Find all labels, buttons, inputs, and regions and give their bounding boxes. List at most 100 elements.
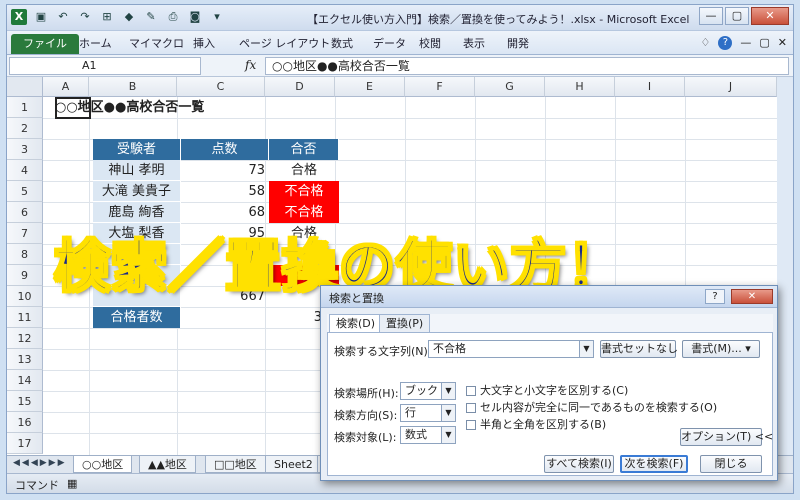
column-header-e[interactable]: E [335,77,405,97]
row-header[interactable]: 2 [7,118,43,139]
table-header-score[interactable]: 点数 [181,139,269,160]
target-select[interactable]: 数式 ▼ [400,426,456,444]
table-header-result[interactable]: 合否 [269,139,339,160]
find-input[interactable]: 不合格 ▼ [428,340,594,358]
match-case-checkbox[interactable]: 大文字と小文字を区別する(C) [466,382,628,398]
table-cell-name[interactable]: 大滝 美貴子 [93,181,181,202]
match-entire-cell-checkbox[interactable]: セル内容が完全に同一であるものを検索する(O) [466,399,717,415]
options-button[interactable]: オプション(T) << [680,428,773,446]
doc-minimize-icon[interactable]: — [740,36,751,50]
table-cell-score[interactable]: 58 [181,181,269,202]
row-header[interactable]: 3 [7,139,43,160]
tab-find[interactable]: 検索(D) [329,314,383,333]
save-icon[interactable]: ▣ [33,9,49,25]
column-header-h[interactable]: H [545,77,615,97]
tab-insert[interactable]: 挿入 [183,34,225,54]
row-header[interactable]: 12 [7,328,43,349]
dialog-title-bar[interactable]: 検索と置換 ? ✕ [321,286,777,308]
sheet-tab[interactable]: □□地区 [205,456,266,473]
doc-restore-icon[interactable]: ▢ [759,36,769,50]
column-header-a[interactable]: A [43,77,89,97]
sheet-tab[interactable]: ○○地区 [73,456,133,473]
format-reset-button[interactable]: 書式セットなし [600,340,678,358]
column-header-i[interactable]: I [615,77,685,97]
checkbox-icon[interactable] [466,403,476,413]
print-preview-icon[interactable]: ⎙ [165,9,181,25]
table-cell-result-fail[interactable]: 不合格 [269,181,339,202]
insert-function-icon[interactable]: fx [245,58,256,72]
sheet-tab[interactable]: ▲▲地区 [139,456,196,473]
redo-icon[interactable]: ↷ [77,9,93,25]
tab-home[interactable]: ホーム [69,34,122,54]
format-button[interactable]: 書式(M)... ▾ [682,340,760,358]
dialog-help-button[interactable]: ? [705,289,725,304]
tab-view[interactable]: 表示 [453,34,495,54]
column-header-d[interactable]: D [265,77,335,97]
checkbox-icon[interactable] [466,420,476,430]
row-header[interactable]: 16 [7,412,43,433]
customize-toolbar-icon[interactable]: ▾ [209,9,225,25]
row-header[interactable]: 11 [7,307,43,328]
table-cell-name[interactable]: 鹿島 絢香 [93,202,181,223]
row-header[interactable]: 14 [7,370,43,391]
chevron-down-icon[interactable]: ▼ [441,383,455,399]
direction-select[interactable]: 行 ▼ [400,404,456,422]
column-header-g[interactable]: G [475,77,545,97]
table-cell-score[interactable]: 68 [181,202,269,223]
fill-color-icon[interactable]: ◆ [121,9,137,25]
row-header[interactable]: 5 [7,181,43,202]
column-header-j[interactable]: J [685,77,777,97]
minimize-button[interactable]: — [699,7,723,25]
row-header[interactable]: 6 [7,202,43,223]
format-painter-icon[interactable]: ✎ [143,9,159,25]
formula-input[interactable]: ○○地区●●高校合否一覧 [265,57,789,75]
help-icon[interactable]: ? [718,36,733,50]
row-header[interactable]: 15 [7,391,43,412]
chevron-down-icon[interactable]: ▼ [579,341,593,357]
checkbox-icon[interactable] [466,386,476,396]
doc-close-icon[interactable]: ✕ [778,36,787,50]
table-header-examinee[interactable]: 受験者 [93,139,181,160]
dialog-close-button[interactable]: ✕ [731,289,773,304]
sheet-tab[interactable]: Sheet2 [265,456,322,473]
macro-record-icon[interactable]: ▦ [67,477,77,490]
table-cell-result[interactable]: 合格 [269,160,339,181]
row-header[interactable]: 7 [7,223,43,244]
row-header[interactable]: 4 [7,160,43,181]
chevron-down-icon[interactable]: ▼ [441,427,455,443]
ribbon-collapse-icon[interactable]: ♢ [701,36,711,50]
row-header[interactable]: 17 [7,433,43,454]
row-header[interactable]: 1 [7,97,43,118]
find-next-button[interactable]: 次を検索(F) [620,455,688,473]
column-header-b[interactable]: B [89,77,177,97]
row-header[interactable]: 10 [7,286,43,307]
tab-review[interactable]: 校閲 [409,34,451,54]
tab-formulas[interactable]: 数式 [321,34,363,54]
table-cell-score[interactable]: 73 [181,160,269,181]
camera-icon[interactable]: ◙ [187,9,203,25]
name-box[interactable]: A1 [9,57,201,75]
undo-icon[interactable]: ↶ [55,9,71,25]
column-header-f[interactable]: F [405,77,475,97]
tab-replace[interactable]: 置換(P) [379,314,431,332]
row-header[interactable]: 13 [7,349,43,370]
select-all-corner[interactable] [7,77,43,97]
excel-logo-icon[interactable]: X [11,9,27,25]
tab-developer[interactable]: 開発 [497,34,539,54]
row-header[interactable]: 8 [7,244,43,265]
sheet-nav-arrows-icon[interactable]: ◀◀◀▶▶▶ [13,458,67,468]
table-cell-result-fail[interactable]: 不合格 [269,202,339,223]
chevron-down-icon[interactable]: ▼ [441,405,455,421]
row-header[interactable]: 9 [7,265,43,286]
maximize-button[interactable]: ▢ [725,7,749,25]
close-dialog-button[interactable]: 閉じる [700,455,762,473]
passed-count-label[interactable]: 合格者数 [93,307,181,328]
match-byte-checkbox[interactable]: 半角と全角を区別する(B) [466,416,606,432]
find-all-button[interactable]: すべて検索(I) [544,455,614,473]
close-button[interactable]: ✕ [751,7,789,25]
column-header-c[interactable]: C [177,77,265,97]
scope-select[interactable]: ブック ▼ [400,382,456,400]
table-cell-name[interactable]: 神山 孝明 [93,160,181,181]
find-input-value: 不合格 [433,342,466,355]
borders-icon[interactable]: ⊞ [99,9,115,25]
